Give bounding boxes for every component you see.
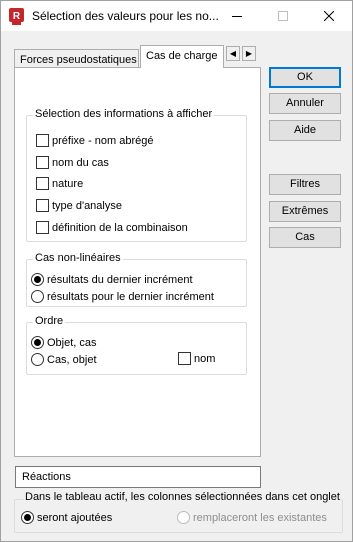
seront-ajoutees-label: seront ajoutées (37, 511, 113, 524)
robot-app-icon: R (9, 8, 24, 25)
tab-scroll-right-button[interactable]: ▶ (242, 46, 256, 61)
checkbox-row-type-analyse[interactable]: type d'analyse (36, 199, 122, 212)
maximize-button[interactable] (260, 1, 306, 31)
tab-panel-cas-de-charge: Sélection des informations à afficher pr… (14, 67, 261, 457)
app-icon-letter: R (13, 11, 21, 22)
columns-group-title: Dans le tableau actif, les colonnes séle… (24, 491, 341, 503)
radio-row-cas-objet[interactable]: Cas, objet (31, 353, 97, 366)
title-bar[interactable]: R Sélection des valeurs pour les no... (1, 1, 352, 31)
dernier-increment-label: résultats du dernier incrément (47, 273, 193, 286)
minimize-icon (232, 16, 242, 17)
nonlinear-cases-group-title: Cas non-linéaires (33, 252, 123, 264)
prefixe-checkbox[interactable] (36, 134, 49, 147)
objet-cas-label: Objet, cas (47, 336, 97, 349)
dernier-increment-radio[interactable] (31, 273, 44, 286)
definition-checkbox[interactable] (36, 221, 49, 234)
cases-button[interactable]: Cas (269, 227, 341, 248)
close-button[interactable] (306, 1, 352, 31)
remplaceront-label: remplaceront les existantes (193, 511, 327, 524)
extremes-button[interactable]: Extrêmes (269, 201, 341, 222)
arrow-right-icon: ▶ (245, 49, 253, 58)
filters-button[interactable]: Filtres (269, 174, 341, 195)
ok-button[interactable]: OK (269, 67, 341, 88)
radio-row-remplaceront: remplaceront les existantes (177, 511, 327, 524)
tab-cas-de-charge[interactable]: Cas de charge (140, 45, 224, 68)
definition-label: définition de la combinaison (52, 221, 188, 234)
tab-scroll-left-button[interactable]: ◀ (226, 46, 240, 61)
checkbox-row-nature[interactable]: nature (36, 177, 83, 190)
checkbox-row-definition[interactable]: définition de la combinaison (36, 221, 188, 234)
tab-forces-pseudostatiques[interactable]: Forces pseudostatiques (14, 49, 139, 68)
cas-objet-label: Cas, objet (47, 353, 97, 366)
info-selection-group-title: Sélection des informations à afficher (33, 108, 215, 120)
nom-du-cas-label: nom du cas (52, 156, 109, 169)
radio-row-dernier-increment[interactable]: résultats du dernier incrément (31, 273, 193, 286)
pour-dernier-increment-radio[interactable] (31, 290, 44, 303)
radio-row-objet-cas[interactable]: Objet, cas (31, 336, 97, 349)
objet-cas-radio[interactable] (31, 336, 44, 349)
nom-checkbox[interactable] (178, 352, 191, 365)
dialog-window: R Sélection des valeurs pour les no... F… (0, 0, 353, 542)
minimize-button[interactable] (214, 1, 260, 31)
maximize-icon (278, 11, 288, 21)
checkbox-row-nom[interactable]: nom (178, 352, 215, 365)
remplaceront-radio (177, 511, 190, 524)
nom-label: nom (194, 352, 216, 365)
prefixe-label: préfixe - nom abrégé (52, 134, 154, 147)
window-title: Sélection des valeurs pour les no... (32, 9, 219, 23)
pour-dernier-increment-label: résultats pour le dernier incrément (47, 290, 214, 303)
help-button[interactable]: Aide (269, 120, 341, 141)
type-analyse-label: type d'analyse (52, 199, 122, 212)
type-analyse-checkbox[interactable] (36, 199, 49, 212)
order-group-title: Ordre (33, 315, 66, 327)
radio-row-seront-ajoutees[interactable]: seront ajoutées (21, 511, 112, 524)
seront-ajoutees-radio[interactable] (21, 511, 34, 524)
cancel-button[interactable]: Annuler (269, 93, 341, 114)
close-icon (324, 11, 334, 21)
nom-du-cas-checkbox[interactable] (36, 156, 49, 169)
cas-objet-radio[interactable] (31, 353, 44, 366)
checkbox-row-prefixe[interactable]: préfixe - nom abrégé (36, 134, 154, 147)
arrow-left-icon: ◀ (229, 49, 237, 58)
nature-checkbox[interactable] (36, 177, 49, 190)
radio-row-pour-dernier-increment[interactable]: résultats pour le dernier incrément (31, 290, 214, 303)
reactions-field[interactable]: Réactions (15, 466, 261, 488)
nature-label: nature (52, 177, 84, 190)
checkbox-row-nom-du-cas[interactable]: nom du cas (36, 156, 109, 169)
